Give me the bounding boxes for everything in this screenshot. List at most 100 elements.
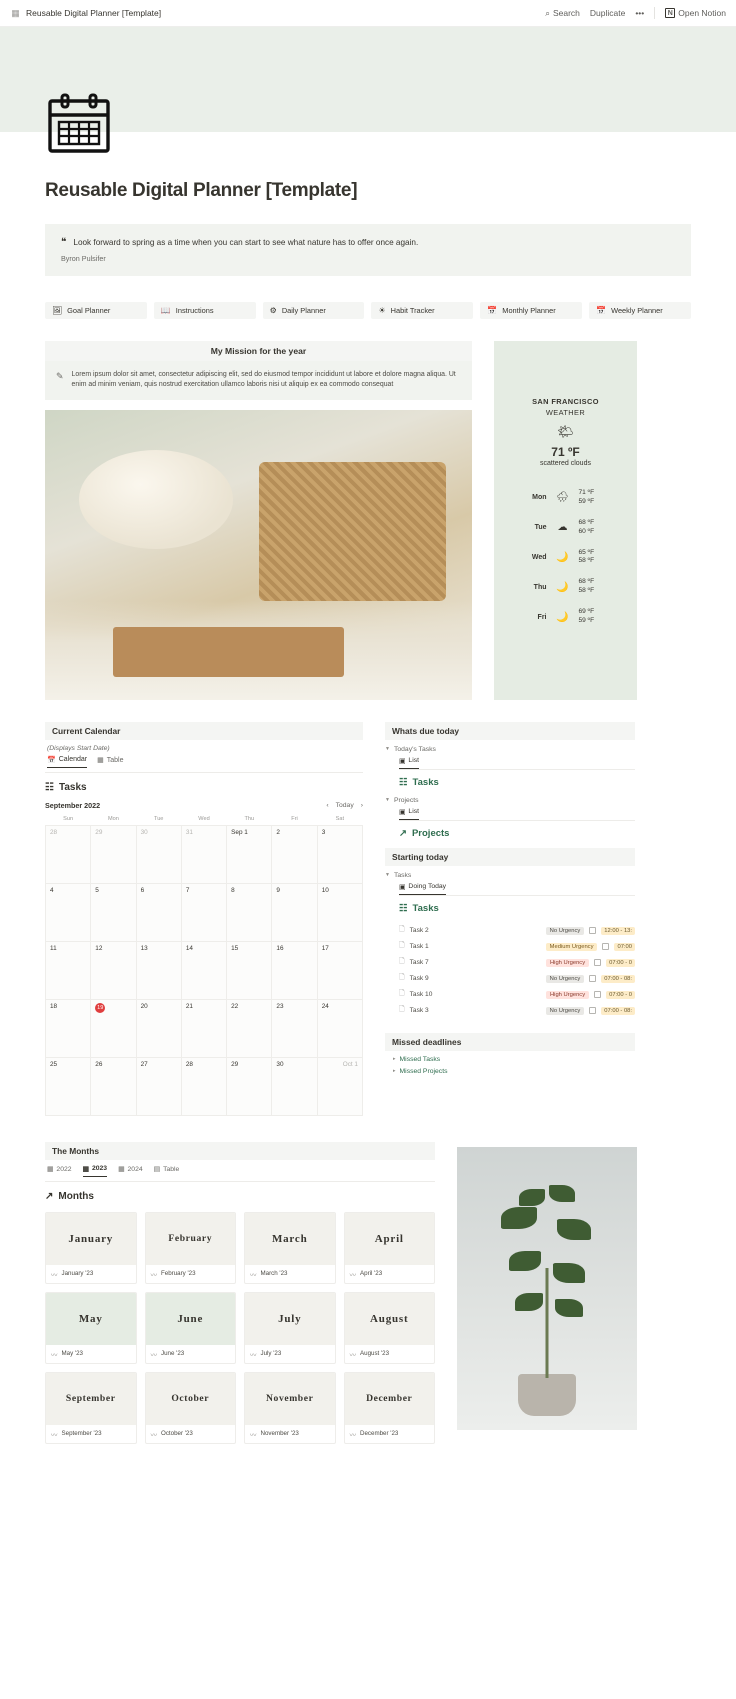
plant-leaf	[557, 1218, 591, 1240]
calendar-cell-today[interactable]: 19	[90, 998, 137, 1058]
calendar-cell[interactable]: 17	[316, 940, 364, 1000]
day-number: 13	[140, 944, 148, 952]
calendar-cell[interactable]: 22	[226, 998, 273, 1058]
calendar-cell[interactable]: 15	[226, 940, 273, 1000]
tab-table[interactable]: ▤ Table	[154, 1165, 180, 1177]
task-checkbox[interactable]	[589, 975, 597, 983]
calendar-cell[interactable]: 29	[226, 1056, 273, 1116]
link-tasks-database[interactable]: ☷ Tasks	[385, 903, 635, 914]
task-checkbox[interactable]	[589, 1007, 597, 1015]
calendar-cell[interactable]: 30	[135, 824, 182, 884]
calendar-cell[interactable]: 12	[90, 940, 137, 1000]
table-row[interactable]: 🗋 Task 1 Medium Urgency 07:00	[385, 939, 635, 955]
tasks-database-title[interactable]: ☷ Tasks	[45, 782, 363, 793]
nav-button-goal-planner[interactable]: 🖼 Goal Planner	[45, 302, 147, 319]
calendar-cell[interactable]: 18	[44, 998, 92, 1058]
tab-2024[interactable]: ▦ 2024	[118, 1165, 143, 1177]
day-number: 4	[50, 886, 54, 894]
month-card-december[interactable]: December 〰 December '23	[343, 1371, 435, 1444]
calendar-cell[interactable]: 3	[316, 824, 364, 884]
calendar-cell[interactable]: 7	[180, 882, 228, 942]
calendar-cell[interactable]: 21	[180, 998, 228, 1058]
tab-table[interactable]: ▦ Table	[97, 756, 123, 768]
calendar-cell[interactable]: 8	[226, 882, 273, 942]
link-projects-database[interactable]: ↗ Projects	[385, 828, 635, 839]
calendar-cell[interactable]: 27	[135, 1056, 182, 1116]
calendar-cell[interactable]: 31	[180, 824, 228, 884]
tab-2022[interactable]: ▦ 2022	[47, 1165, 72, 1177]
calendar-cell[interactable]: 14	[180, 940, 228, 1000]
calendar-cell[interactable]: 2	[271, 824, 318, 884]
nav-button-instructions[interactable]: 📖 Instructions	[153, 302, 256, 319]
month-card-september[interactable]: September 〰 September '23	[45, 1371, 137, 1444]
table-row[interactable]: 🗋 Task 9 No Urgency 07:00 - 08:	[385, 971, 635, 987]
calendar-cell[interactable]: 26	[90, 1056, 137, 1116]
task-checkbox[interactable]	[594, 991, 602, 999]
calendar-cell[interactable]: 4	[44, 882, 92, 942]
missed-projects-toggle[interactable]: ▸ Missed Projects	[385, 1068, 635, 1075]
nav-button-weekly-planner[interactable]: 📅 Weekly Planner	[589, 302, 691, 319]
month-card-may[interactable]: May 〰 May '23	[45, 1291, 137, 1364]
month-card-february[interactable]: February 〰 February '23	[144, 1211, 236, 1284]
calendar-cell[interactable]: 5	[90, 882, 137, 942]
search-button[interactable]: ⌕ Search	[545, 8, 580, 19]
calendar-cell[interactable]: 6	[135, 882, 182, 942]
tab-calendar[interactable]: 📅 Calendar	[47, 756, 88, 768]
today-button[interactable]: Today	[336, 802, 354, 809]
month-card-april[interactable]: April 〰 April '23	[343, 1211, 435, 1284]
months-database-title[interactable]: ↗ Months	[45, 1191, 435, 1202]
group-todays-tasks[interactable]: ▼ Today's Tasks	[385, 746, 635, 753]
table-row[interactable]: 🗋 Task 7 High Urgency 07:00 - 0	[385, 955, 635, 971]
link-tasks-database[interactable]: ☷ Tasks	[385, 777, 635, 788]
mission-text[interactable]: Lorem ipsum dolor sit amet, consectetur …	[72, 370, 461, 391]
table-row[interactable]: 🗋 Task 10 High Urgency 07:00 - 0	[385, 987, 635, 1003]
calendar-cell[interactable]: 10	[316, 882, 364, 942]
tab-list[interactable]: ▣ List	[399, 808, 419, 820]
table-row[interactable]: 🗋 Task 3 No Urgency 07:00 - 08:	[385, 1003, 635, 1019]
month-card-march[interactable]: March 〰 March '23	[244, 1211, 336, 1284]
nav-button-daily-planner[interactable]: ⚙ Daily Planner	[262, 302, 365, 319]
task-checkbox[interactable]	[594, 959, 602, 967]
task-checkbox[interactable]	[602, 943, 610, 951]
group-projects[interactable]: ▼ Projects	[385, 797, 635, 804]
calendar-cell[interactable]: 16	[271, 940, 318, 1000]
month-card-july[interactable]: July 〰 July '23	[244, 1291, 336, 1364]
pencil-icon: ✎	[56, 371, 64, 381]
task-checkbox[interactable]	[589, 927, 597, 935]
more-options-button[interactable]: •••	[635, 8, 644, 18]
calendar-cell[interactable]: 24	[316, 998, 364, 1058]
calendar-cell[interactable]: 30	[271, 1056, 318, 1116]
nav-button-monthly-planner[interactable]: 📅 Monthly Planner	[480, 302, 583, 319]
open-notion-button[interactable]: N Open Notion	[665, 8, 726, 18]
calendar-cell[interactable]: Oct 1	[316, 1056, 364, 1116]
breadcrumb-title[interactable]: Reusable Digital Planner [Template]	[26, 8, 161, 18]
calendar-cell[interactable]: Sep 1	[226, 824, 273, 884]
calendar-cell[interactable]: 25	[44, 1056, 92, 1116]
month-card-june[interactable]: June 〰 June '23	[144, 1291, 236, 1364]
tab-list[interactable]: ▣ List	[399, 757, 419, 769]
forecast-low: 58 ºF	[578, 587, 595, 595]
group-tasks[interactable]: ▼ Tasks	[385, 872, 635, 879]
calendar-cell[interactable]: 28	[44, 824, 92, 884]
month-card-august[interactable]: August 〰 August '23	[343, 1291, 435, 1364]
duplicate-button[interactable]: Duplicate	[590, 8, 625, 18]
month-card-october[interactable]: October 〰 October '23	[144, 1371, 236, 1444]
tab-doing-today[interactable]: ▣ Doing Today	[399, 883, 447, 895]
month-card-footer: 〰 November '23	[245, 1425, 335, 1443]
calendar-cell[interactable]: 9	[271, 882, 318, 942]
next-month-button[interactable]: ›	[361, 802, 363, 809]
nav-button-habit-tracker[interactable]: ☀ Habit Tracker	[371, 302, 474, 319]
calendar-cell[interactable]: 13	[135, 940, 182, 1000]
page-icon-calendar-icon[interactable]	[45, 90, 113, 158]
missed-tasks-toggle[interactable]: ▸ Missed Tasks	[385, 1056, 635, 1063]
calendar-cell[interactable]: 20	[135, 998, 182, 1058]
month-card-november[interactable]: November 〰 November '23	[244, 1371, 336, 1444]
month-card-january[interactable]: January 〰 January '23	[45, 1211, 137, 1284]
calendar-cell[interactable]: 11	[44, 940, 92, 1000]
tab-2023[interactable]: ▦ 2023	[82, 1165, 108, 1177]
calendar-cell[interactable]: 28	[180, 1056, 228, 1116]
calendar-cell[interactable]: 29	[90, 824, 137, 884]
prev-month-button[interactable]: ‹	[326, 802, 328, 809]
table-row[interactable]: 🗋 Task 2 No Urgency 12:00 - 13:	[385, 923, 635, 939]
calendar-cell[interactable]: 23	[271, 998, 318, 1058]
